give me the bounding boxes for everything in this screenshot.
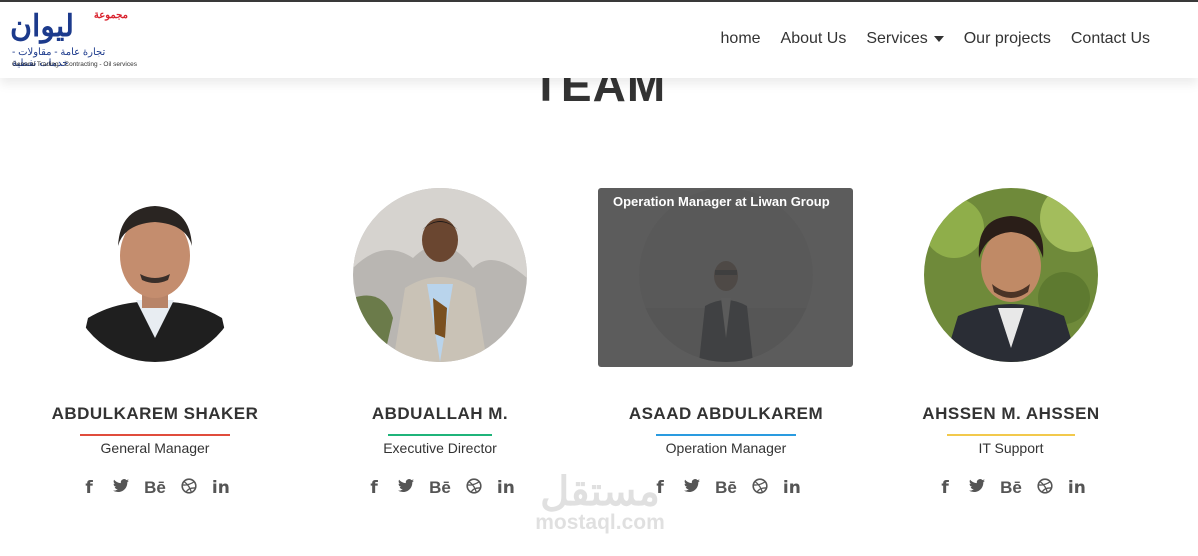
watermark-arabic: مستقل <box>540 470 660 514</box>
linkedin-icon[interactable]: in <box>1068 478 1086 498</box>
dribbble-icon[interactable] <box>180 477 198 499</box>
member-role: IT Support <box>978 440 1044 456</box>
social-links: f Bē in <box>883 477 1139 499</box>
watermark-latin: mostaql.com <box>535 511 665 534</box>
twitter-icon[interactable] <box>683 478 701 498</box>
team-member-card: ABDUALLAH M. Executive Director f Bē in <box>312 188 568 498</box>
member-name: ABDULKAREM SHAKER <box>51 404 259 423</box>
name-underline <box>947 434 1075 436</box>
behance-icon[interactable]: Bē <box>715 478 737 498</box>
member-name: AHSSEN M. AHSSEN <box>922 404 1100 423</box>
behance-icon[interactable]: Bē <box>429 478 451 498</box>
watermark: مستقل mostaql.com <box>525 472 675 534</box>
linkedin-icon[interactable]: in <box>783 478 801 498</box>
member-portrait-image <box>924 188 1098 362</box>
facebook-icon[interactable]: f <box>365 478 383 498</box>
company-logo[interactable]: مجموعة ليوان تجارة عامة - مقاولات - خدما… <box>8 8 137 72</box>
linkedin-icon[interactable]: in <box>212 478 230 498</box>
nav-our-projects[interactable]: Our projects <box>964 30 1051 48</box>
nav-services[interactable]: Services <box>866 30 944 48</box>
nav-about-label: About Us <box>780 30 847 47</box>
linkedin-icon[interactable]: in <box>497 478 515 498</box>
twitter-icon[interactable] <box>397 478 415 498</box>
name-underline <box>388 434 492 436</box>
facebook-icon[interactable]: f <box>936 478 954 498</box>
logo-subtitle-english: General Trading - Contracting - Oil serv… <box>12 61 137 68</box>
nav-contact-label: Contact Us <box>1070 30 1150 47</box>
team-member-card: ABDULKAREM SHAKER General Manager f Bē i… <box>27 188 283 498</box>
behance-icon[interactable]: Bē <box>144 478 166 498</box>
nav-services-label: Services <box>866 30 928 47</box>
site-header: مجموعة ليوان تجارة عامة - مقاولات - خدما… <box>0 2 1198 78</box>
logo-group-label: مجموعة <box>93 10 128 21</box>
dribbble-icon[interactable] <box>1036 477 1054 499</box>
member-photo[interactable] <box>924 188 1098 362</box>
chevron-down-icon <box>933 36 944 42</box>
social-links: f Bē in <box>27 477 283 499</box>
member-role: General Manager <box>100 440 210 456</box>
member-name: ABDUALLAH M. <box>371 404 509 423</box>
nav-home-label: home <box>720 30 761 47</box>
facebook-icon[interactable]: f <box>80 478 98 498</box>
nav-contact-us[interactable]: Contact Us <box>1071 30 1150 48</box>
name-underline <box>80 434 230 436</box>
nav-about-us[interactable]: About Us <box>781 30 847 48</box>
main-nav: home About Us Services Our projects Cont… <box>721 30 1150 48</box>
member-portrait-image <box>353 188 527 362</box>
member-photo[interactable] <box>68 188 242 362</box>
member-photo[interactable] <box>353 188 527 362</box>
dribbble-icon[interactable] <box>751 477 769 499</box>
name-underline <box>656 434 796 436</box>
logo-wordmark: ليوان <box>10 10 75 43</box>
member-name: ASAAD ABDULKAREM <box>628 404 824 423</box>
twitter-icon[interactable] <box>968 478 986 498</box>
overlay-caption: Operation Manager at Liwan Group <box>613 194 830 209</box>
member-hover-overlay[interactable]: Operation Manager at Liwan Group <box>598 188 853 367</box>
twitter-icon[interactable] <box>112 478 130 498</box>
behance-icon[interactable]: Bē <box>1000 478 1022 498</box>
member-role: Executive Director <box>383 440 497 456</box>
member-portrait-image <box>68 188 242 362</box>
team-member-card: AHSSEN M. AHSSEN IT Support f Bē in <box>883 188 1139 498</box>
nav-home[interactable]: home <box>721 30 761 48</box>
dribbble-icon[interactable] <box>465 477 483 499</box>
nav-projects-label: Our projects <box>963 30 1051 47</box>
member-role: Operation Manager <box>665 440 787 456</box>
